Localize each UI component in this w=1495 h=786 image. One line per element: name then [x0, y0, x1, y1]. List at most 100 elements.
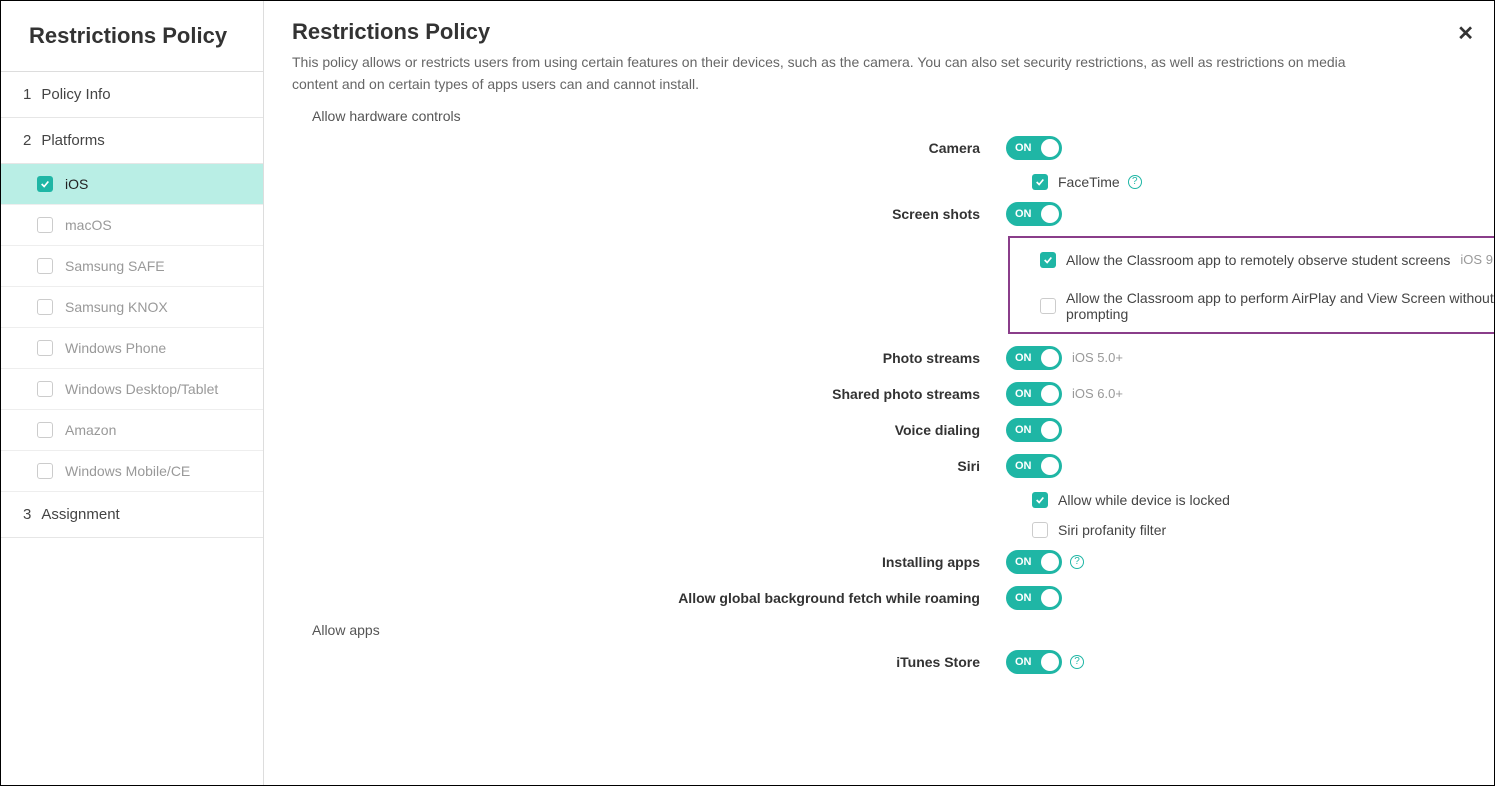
platform-label: Windows Desktop/Tablet [65, 381, 218, 397]
checkbox-unchecked-icon [37, 422, 53, 438]
setting-global-fetch: Allow global background fetch while roam… [292, 586, 1466, 610]
platform-windows-desktop[interactable]: Windows Desktop/Tablet [1, 369, 263, 410]
toggle-photo-streams[interactable]: ON [1006, 346, 1062, 370]
sub-siri-profanity: Siri profanity filter [292, 522, 1466, 538]
toggle-knob [1041, 457, 1059, 475]
toggle-text: ON [1015, 592, 1032, 604]
page-title: Restrictions Policy [292, 19, 1466, 45]
toggle-itunes[interactable]: ON [1006, 650, 1062, 674]
toggle-text: ON [1015, 556, 1032, 568]
platform-label: Samsung SAFE [65, 258, 165, 274]
toggle-global-fetch[interactable]: ON [1006, 586, 1062, 610]
sidebar-item-assignment[interactable]: 3 Assignment [1, 492, 263, 538]
section-apps-heading: Allow apps [312, 622, 1466, 638]
checkbox-unchecked-icon [37, 217, 53, 233]
sidebar-item-platforms[interactable]: 2 Platforms [1, 118, 263, 164]
toggle-installing-apps[interactable]: ON [1006, 550, 1062, 574]
toggle-knob [1041, 653, 1059, 671]
checkbox-unchecked-icon [37, 299, 53, 315]
checkbox-unchecked-icon [37, 258, 53, 274]
platform-samsung-knox[interactable]: Samsung KNOX [1, 287, 263, 328]
checkbox-unchecked-icon [37, 340, 53, 356]
section-hardware-heading: Allow hardware controls [312, 108, 1466, 124]
step-number: 2 [23, 132, 31, 149]
version-hint: iOS 5.0+ [1072, 350, 1123, 365]
help-icon[interactable]: ? [1070, 555, 1084, 569]
setting-photo-streams: Photo streams ON iOS 5.0+ [292, 346, 1466, 370]
sub-siri-locked: Allow while device is locked [292, 492, 1466, 508]
sub-classroom-airplay: Allow the Classroom app to perform AirPl… [1016, 290, 1494, 322]
step-label: Assignment [41, 506, 119, 523]
step-number: 3 [23, 506, 31, 523]
close-icon[interactable]: ✕ [1457, 21, 1474, 46]
sub-label: Allow while device is locked [1058, 492, 1230, 508]
sidebar-title: Restrictions Policy [1, 1, 263, 72]
sub-label: Siri profanity filter [1058, 522, 1166, 538]
setting-label: Installing apps [292, 554, 1006, 570]
setting-label: Photo streams [292, 350, 1006, 366]
sub-label: Allow the Classroom app to remotely obse… [1066, 252, 1450, 268]
setting-label: Siri [292, 458, 1006, 474]
platform-label: macOS [65, 217, 112, 233]
platform-samsung-safe[interactable]: Samsung SAFE [1, 246, 263, 287]
setting-installing-apps: Installing apps ON ? [292, 550, 1466, 574]
platform-windows-mobile-ce[interactable]: Windows Mobile/CE [1, 451, 263, 492]
checkbox-siri-profanity[interactable] [1032, 522, 1048, 538]
platform-label: Amazon [65, 422, 116, 438]
version-hint: iOS 9.3+ [1460, 252, 1494, 267]
toggle-text: ON [1015, 424, 1032, 436]
checkbox-classroom-observe[interactable] [1040, 252, 1056, 268]
platform-label: Samsung KNOX [65, 299, 168, 315]
main-panel: ✕ Restrictions Policy This policy allows… [264, 1, 1494, 785]
setting-voice-dialing: Voice dialing ON [292, 418, 1466, 442]
platform-amazon[interactable]: Amazon [1, 410, 263, 451]
setting-itunes: iTunes Store ON ? [292, 650, 1466, 674]
platform-label: iOS [65, 176, 88, 192]
platform-label: Windows Mobile/CE [65, 463, 190, 479]
toggle-camera[interactable]: ON [1006, 136, 1062, 160]
step-label: Platforms [41, 132, 104, 149]
help-icon[interactable]: ? [1070, 655, 1084, 669]
toggle-knob [1041, 553, 1059, 571]
sub-label: FaceTime [1058, 174, 1120, 190]
page-description: This policy allows or restricts users fr… [292, 51, 1392, 96]
platform-windows-phone[interactable]: Windows Phone [1, 328, 263, 369]
toggle-text: ON [1015, 656, 1032, 668]
setting-label: Screen shots [292, 206, 1006, 222]
toggle-knob [1041, 139, 1059, 157]
setting-label: Camera [292, 140, 1006, 156]
highlight-annotation: Allow the Classroom app to remotely obse… [1008, 236, 1494, 334]
toggle-text: ON [1015, 208, 1032, 220]
version-hint: iOS 6.0+ [1072, 386, 1123, 401]
toggle-text: ON [1015, 460, 1032, 472]
sub-classroom-observe: Allow the Classroom app to remotely obse… [1016, 252, 1494, 268]
sidebar-item-policy-info[interactable]: 1 Policy Info [1, 72, 263, 118]
platform-ios[interactable]: iOS [1, 164, 263, 205]
setting-label: iTunes Store [292, 654, 1006, 670]
setting-label: Shared photo streams [292, 386, 1006, 402]
toggle-siri[interactable]: ON [1006, 454, 1062, 478]
sub-label: Allow the Classroom app to perform AirPl… [1066, 290, 1494, 322]
setting-camera: Camera ON [292, 136, 1466, 160]
help-icon[interactable]: ? [1128, 175, 1142, 189]
toggle-voice-dialing[interactable]: ON [1006, 418, 1062, 442]
setting-label: Allow global background fetch while roam… [292, 590, 1006, 606]
toggle-knob [1041, 589, 1059, 607]
checkbox-facetime[interactable] [1032, 174, 1048, 190]
step-label: Policy Info [41, 86, 110, 103]
sidebar: Restrictions Policy 1 Policy Info 2 Plat… [1, 1, 264, 785]
setting-siri: Siri ON [292, 454, 1466, 478]
setting-label: Voice dialing [292, 422, 1006, 438]
checkbox-siri-locked[interactable] [1032, 492, 1048, 508]
sub-facetime: FaceTime ? [292, 174, 1466, 190]
toggle-knob [1041, 385, 1059, 403]
toggle-screenshots[interactable]: ON [1006, 202, 1062, 226]
step-number: 1 [23, 86, 31, 103]
toggle-knob [1041, 421, 1059, 439]
toggle-text: ON [1015, 388, 1032, 400]
platform-macos[interactable]: macOS [1, 205, 263, 246]
checkbox-classroom-airplay[interactable] [1040, 298, 1056, 314]
toggle-shared-photo-streams[interactable]: ON [1006, 382, 1062, 406]
platform-label: Windows Phone [65, 340, 166, 356]
setting-shared-photo-streams: Shared photo streams ON iOS 6.0+ [292, 382, 1466, 406]
